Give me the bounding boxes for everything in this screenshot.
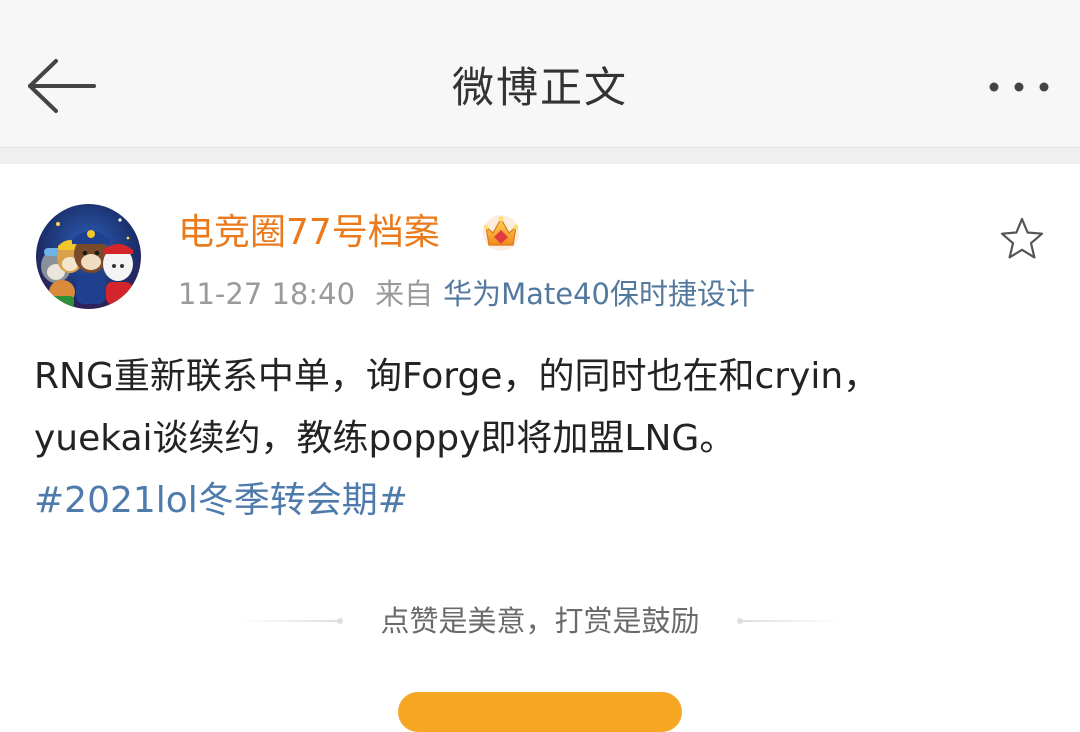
post-text-line: RNG重新联系中单，询Forge，的同时也在和cryin，: [34, 356, 880, 397]
reward-button[interactable]: [398, 692, 682, 732]
username[interactable]: 电竞圈77号档案: [178, 207, 440, 259]
back-button[interactable]: [20, 55, 100, 117]
post-time: 11-27 18:40: [178, 277, 356, 311]
source-device-link[interactable]: 华为Mate40保时捷设计: [443, 277, 755, 311]
reward-section: 点赞是美意，打赏是鼓励: [0, 597, 1080, 645]
crown-icon: [483, 215, 519, 251]
top-navigation-bar: 微博正文: [0, 0, 1080, 147]
page-title: 微博正文: [451, 63, 628, 112]
more-options-button[interactable]: [978, 70, 1060, 104]
avatar-image: [36, 204, 141, 309]
star-outline-icon: [1000, 217, 1044, 259]
arrow-left-icon: [28, 59, 96, 113]
source-label: 来自: [375, 277, 434, 311]
reward-tagline: 点赞是美意，打赏是鼓励: [380, 604, 700, 638]
hashtag-link[interactable]: #2021lol冬季转会期#: [34, 470, 1044, 532]
favorite-button[interactable]: [998, 215, 1046, 263]
reward-divider-left: [240, 618, 343, 624]
post-meta: 11-27 18:40 来自 华为Mate40保时捷设计: [178, 274, 755, 314]
more-dots-icon: [989, 82, 1049, 92]
reward-divider-right: [737, 618, 840, 624]
post-text-line: yuekai谈续约，教练poppy即将加盟LNG。: [34, 418, 736, 459]
post-content: RNG重新联系中单，询Forge，的同时也在和cryin， yuekai谈续约，…: [34, 346, 1044, 532]
vip-badge[interactable]: [480, 211, 522, 253]
avatar[interactable]: [36, 204, 141, 309]
header-divider: [0, 147, 1080, 164]
